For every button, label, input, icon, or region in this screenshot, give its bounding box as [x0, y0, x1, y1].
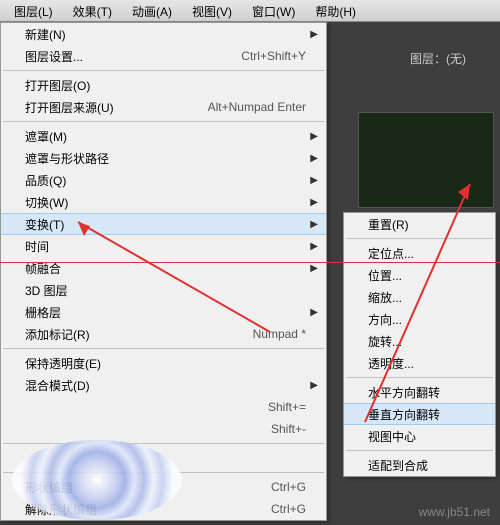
menubar-item-0[interactable]: 图层(L): [4, 0, 63, 21]
layer-menu-item-2-0[interactable]: 遮罩(M) ▶: [1, 125, 326, 147]
submenu-arrow-icon: ▶: [310, 175, 318, 186]
menu-item-label: 混合模式(D): [25, 377, 306, 394]
menu-item-label: 位置...: [368, 267, 475, 284]
layer-menu-item-0-0[interactable]: 新建(N) ▶: [1, 23, 326, 45]
menu-item-shortcut: Ctrl+G: [271, 502, 306, 516]
menu-item-label: 垂直方向翻转: [368, 406, 475, 423]
layer-menu-separator: [3, 443, 324, 444]
layer-menu-separator: [3, 70, 324, 71]
layer-menu-separator: [3, 348, 324, 349]
menu-item-label: 重置(R): [368, 216, 475, 233]
layer-menu-item-3-0[interactable]: 保持透明度(E): [1, 352, 326, 374]
menu-item-label: 图层设置...: [25, 48, 221, 65]
layer-menu-item-2-6[interactable]: 帧融合▶: [1, 257, 326, 279]
menubar: 图层(L)效果(T)动画(A)视图(V)窗口(W)帮助(H): [0, 0, 500, 22]
transform-menu-separator: [346, 238, 493, 239]
menubar-item-3[interactable]: 视图(V): [182, 0, 242, 21]
layer-menu-item-1-1[interactable]: 打开图层来源(U) Alt+Numpad Enter: [1, 96, 326, 118]
submenu-arrow-icon: ▶: [310, 380, 318, 391]
menu-item-label: 打开图层来源(U): [25, 99, 188, 116]
menu-item-label: 变换(T): [25, 216, 306, 233]
menu-item-label: 遮罩与形状路径: [25, 150, 306, 167]
watermark: www.jb51.net: [419, 505, 490, 519]
submenu-arrow-icon: ▶: [310, 263, 318, 274]
layer-menu-item-2-3[interactable]: 切换(W) ▶: [1, 191, 326, 213]
layer-menu-item-2-2[interactable]: 品质(Q) ▶: [1, 169, 326, 191]
transform-menu-item-1-0[interactable]: 定位点...: [344, 242, 495, 264]
menu-item-label: 时间: [25, 238, 306, 255]
transform-submenu: 重置(R) 定位点... 位置... 缩放... 方向... 旋转... 透明度... 水平方…: [343, 212, 496, 477]
submenu-arrow-icon: ▶: [310, 307, 318, 318]
layer-menu-item-3-2[interactable]: Shift+=: [1, 396, 326, 418]
menu-item-label: 品质(Q): [25, 172, 306, 189]
transform-menu-item-0-0[interactable]: 重置(R): [344, 213, 495, 235]
transform-menu-separator: [346, 450, 493, 451]
preview-thumbnail: [358, 112, 494, 208]
submenu-arrow-icon: ▶: [310, 197, 318, 208]
submenu-arrow-icon: ▶: [310, 131, 318, 142]
transform-menu-item-1-2[interactable]: 缩放...: [344, 286, 495, 308]
layer-menu-item-0-1[interactable]: 图层设置... Ctrl+Shift+Y: [1, 45, 326, 67]
submenu-arrow-icon: ▶: [310, 153, 318, 164]
menu-item-label: 栅格层: [25, 304, 306, 321]
annotation-line: [0, 262, 500, 263]
layer-menu-item-2-8[interactable]: 栅格层 ▶: [1, 301, 326, 323]
layer-menu-item-2-9[interactable]: 添加标记(R) Numpad *: [1, 323, 326, 345]
submenu-arrow-icon: ▶: [310, 219, 318, 230]
menu-item-label: 旋转...: [368, 333, 475, 350]
transform-menu-item-2-0[interactable]: 水平方向翻转: [344, 381, 495, 403]
menu-item-shortcut: Shift+-: [271, 422, 306, 436]
menu-item-label: 透明度...: [368, 355, 475, 372]
swirl-graphic: [12, 440, 182, 520]
menu-item-label: 保持透明度(E): [25, 355, 306, 372]
menu-item-label: 打开图层(O): [25, 77, 306, 94]
layer-menu-item-2-7[interactable]: 3D 图层: [1, 279, 326, 301]
menu-item-label: 缩放...: [368, 289, 475, 306]
layer-menu-item-2-4[interactable]: 变换(T) ▶: [1, 213, 326, 235]
menubar-item-2[interactable]: 动画(A): [122, 0, 182, 21]
menu-item-label: 定位点...: [368, 245, 475, 262]
transform-menu-item-2-2[interactable]: 视图中心: [344, 425, 495, 447]
menu-item-shortcut: Ctrl+G: [271, 480, 306, 494]
menu-item-label: 适配到合成: [368, 457, 475, 474]
menu-item-label: 视图中心: [368, 428, 475, 445]
transform-menu-item-1-1[interactable]: 位置...: [344, 264, 495, 286]
layer-menu-item-1-0[interactable]: 打开图层(O): [1, 74, 326, 96]
layer-menu-item-2-1[interactable]: 遮罩与形状路径 ▶: [1, 147, 326, 169]
submenu-arrow-icon: ▶: [310, 241, 318, 252]
transform-menu-item-1-3[interactable]: 方向...: [344, 308, 495, 330]
menu-item-label: 新建(N): [25, 26, 306, 43]
menu-item-label: 添加标记(R): [25, 326, 233, 343]
layer-menu-separator: [3, 121, 324, 122]
menu-item-label: 水平方向翻转: [368, 384, 475, 401]
menu-item-label: 遮罩(M): [25, 128, 306, 145]
menubar-item-1[interactable]: 效果(T): [63, 0, 122, 21]
menu-item-label: 切换(W): [25, 194, 306, 211]
transform-menu-separator: [346, 377, 493, 378]
transform-menu-item-1-5[interactable]: 透明度...: [344, 352, 495, 374]
layer-menu-item-3-3[interactable]: Shift+-: [1, 418, 326, 440]
panel-title: 图层：(无): [410, 50, 466, 67]
transform-menu-item-2-1[interactable]: 垂直方向翻转: [344, 403, 495, 425]
submenu-arrow-icon: ▶: [310, 29, 318, 40]
menu-item-label: 3D 图层: [25, 282, 306, 299]
menubar-item-5[interactable]: 帮助(H): [305, 0, 366, 21]
menu-item-shortcut: Shift+=: [268, 400, 306, 414]
main-area: 图层：(无) 新建(N) ▶ 图层设置... Ctrl+Shift+Y 打开图层(O) 打…: [0, 22, 500, 525]
transform-menu-item-1-4[interactable]: 旋转...: [344, 330, 495, 352]
menu-item-shortcut: Alt+Numpad Enter: [208, 100, 306, 114]
transform-menu-item-3-0[interactable]: 适配到合成: [344, 454, 495, 476]
menu-item-shortcut: Numpad *: [253, 327, 306, 341]
menu-item-shortcut: Ctrl+Shift+Y: [241, 49, 306, 63]
menubar-item-4[interactable]: 窗口(W): [242, 0, 305, 21]
layer-menu-item-2-5[interactable]: 时间 ▶: [1, 235, 326, 257]
menu-item-label: 方向...: [368, 311, 475, 328]
layer-menu-item-3-1[interactable]: 混合模式(D) ▶: [1, 374, 326, 396]
